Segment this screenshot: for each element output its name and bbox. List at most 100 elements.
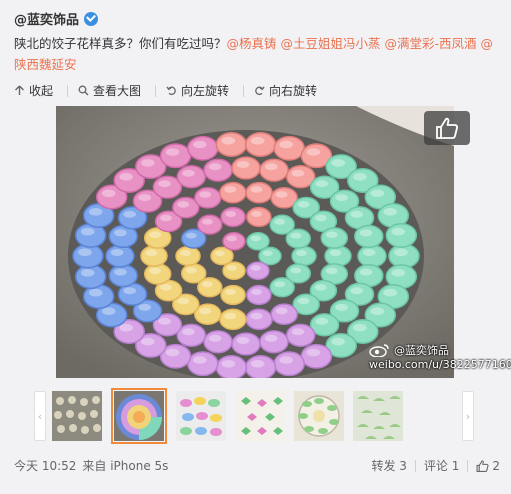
watermark-url: weibo.com/u/3822577160 bbox=[369, 358, 511, 371]
dumpling-shape bbox=[105, 244, 135, 268]
dumpling-highlight bbox=[275, 191, 288, 198]
rotate-right-button[interactable]: 向右旋转 bbox=[254, 82, 317, 99]
dumpling-shape bbox=[197, 214, 223, 235]
mention-link[interactable]: @满堂彩-西凤酒 bbox=[385, 36, 477, 51]
dumpling-shape bbox=[74, 264, 107, 290]
thumbnail-3[interactable] bbox=[176, 391, 226, 441]
dumpling-shape bbox=[108, 263, 138, 288]
dumpling-highlight bbox=[262, 250, 273, 257]
dumpling-highlight bbox=[199, 307, 212, 315]
dumpling-highlight bbox=[274, 281, 286, 288]
thumbnail-image bbox=[114, 391, 164, 441]
dumpling-highlight bbox=[350, 210, 364, 218]
dumpling-highlight bbox=[185, 267, 197, 274]
weibo-post-card: @蓝奕饰品 陕北的饺子花样真多？你们有吃过吗？@杨真铸 @土豆姐姐冯小蒸 @满堂… bbox=[0, 0, 511, 494]
toolbar-divider bbox=[155, 84, 157, 97]
thumbs-next-button[interactable]: › bbox=[462, 391, 474, 441]
dumpling-highlight bbox=[250, 186, 263, 193]
dumpling-highlight bbox=[297, 297, 310, 305]
dumpling-shape bbox=[388, 243, 420, 269]
dumpling-highlight bbox=[391, 269, 406, 277]
dumpling-highlight bbox=[291, 169, 305, 177]
watermark-brand: @蓝奕饰品 bbox=[394, 343, 449, 357]
dumpling-shape bbox=[140, 245, 168, 267]
dumpling-highlight bbox=[202, 281, 213, 288]
thumbs-prev-button[interactable]: ‹ bbox=[34, 391, 46, 441]
like-button[interactable]: 2 bbox=[468, 459, 500, 473]
dumpling-highlight bbox=[362, 249, 376, 256]
post-time[interactable]: 今天 10:52 bbox=[14, 457, 76, 474]
mention-link[interactable]: @杨真铸 bbox=[227, 36, 277, 51]
thumbnail-2-active[interactable] bbox=[111, 388, 167, 444]
thumbnail-image bbox=[294, 391, 344, 441]
chevron-right-icon: › bbox=[465, 409, 471, 423]
dumpling-highlight bbox=[391, 227, 406, 236]
dumpling-shape bbox=[291, 245, 317, 267]
comment-label: 评论 1 bbox=[423, 459, 460, 473]
dumpling-highlight bbox=[193, 140, 207, 149]
dumpling-shape bbox=[246, 206, 272, 228]
thumbnail-4[interactable] bbox=[235, 391, 285, 441]
repost-button[interactable]: 转发 3 bbox=[363, 457, 414, 474]
comment-button[interactable]: 评论 1 bbox=[416, 457, 467, 474]
dumpling-highlight bbox=[297, 201, 310, 208]
dumpling-highlight bbox=[160, 214, 172, 222]
dumpling-highlight bbox=[350, 287, 364, 295]
dumpling-shape bbox=[219, 181, 247, 204]
verified-icon bbox=[84, 11, 99, 26]
dumpling-highlight bbox=[78, 248, 92, 257]
dumpling-highlight bbox=[141, 337, 155, 346]
dumpling-shape bbox=[194, 186, 222, 209]
dumpling-highlight bbox=[329, 249, 342, 257]
dumpling-highlight bbox=[226, 265, 237, 271]
view-large-button[interactable]: 查看大图 bbox=[78, 82, 141, 99]
dumpling-highlight bbox=[180, 250, 191, 256]
dumpling-highlight bbox=[353, 323, 367, 332]
dumpling-highlight bbox=[251, 289, 262, 295]
repost-label: 转发 3 bbox=[371, 459, 407, 473]
rotate-left-icon bbox=[166, 86, 176, 96]
dumpling-highlight bbox=[202, 218, 213, 225]
dumpling-highlight bbox=[88, 208, 103, 216]
dumpling-highlight bbox=[250, 360, 265, 368]
dumpling-shape bbox=[259, 158, 289, 182]
author-name[interactable]: @蓝奕饰品 bbox=[14, 9, 79, 28]
collapse-button[interactable]: 收起 bbox=[14, 82, 53, 99]
dumpling-shape bbox=[246, 284, 272, 306]
post-text: 陕北的饺子花样真多？你们有吃过吗？@杨真铸 @土豆姐姐冯小蒸 @满堂彩-西凤酒 … bbox=[14, 33, 502, 75]
dumpling-highlight bbox=[315, 180, 329, 188]
thumbnail-image bbox=[176, 391, 226, 441]
dumpling-highlight bbox=[208, 163, 222, 171]
dumpling-shape bbox=[220, 206, 246, 228]
dumpling-highlight bbox=[193, 356, 207, 364]
dumpling-highlight bbox=[158, 180, 171, 188]
thumbnail-6[interactable] bbox=[353, 391, 403, 441]
dumpling-highlight bbox=[314, 284, 327, 291]
dumpling-highlight bbox=[221, 136, 236, 145]
dumpling-highlight bbox=[250, 312, 263, 320]
dumpling-shape bbox=[357, 244, 387, 268]
dumpling-shape bbox=[300, 343, 333, 369]
post-author: @蓝奕饰品 bbox=[14, 9, 99, 28]
post-body-text: 陕北的饺子花样真多？你们有吃过吗？ bbox=[14, 36, 227, 51]
like-overlay-button[interactable] bbox=[424, 111, 470, 145]
dumpling-shape bbox=[270, 303, 298, 326]
dumpling-highlight bbox=[182, 169, 195, 177]
dumpling-highlight bbox=[279, 356, 293, 364]
dumpling-highlight bbox=[264, 334, 278, 342]
mention-link[interactable]: @土豆姐姐冯小蒸 bbox=[281, 36, 381, 51]
dumpling-highlight bbox=[80, 227, 95, 236]
dumpling-highlight bbox=[250, 265, 261, 271]
dumpling-highlight bbox=[290, 232, 302, 239]
dumpling-shape bbox=[175, 245, 201, 267]
dumpling-highlight bbox=[119, 323, 133, 332]
thumbnail-1[interactable] bbox=[52, 391, 102, 441]
thumbnail-5[interactable] bbox=[294, 391, 344, 441]
dumpling-shape bbox=[246, 231, 270, 251]
dumpling-shape bbox=[245, 181, 273, 204]
main-image[interactable] bbox=[56, 106, 454, 378]
dumpling-highlight bbox=[250, 235, 261, 242]
rotate-right-icon bbox=[255, 86, 265, 96]
thumbnail-strip bbox=[52, 388, 403, 444]
rotate-left-button[interactable]: 向左旋转 bbox=[166, 82, 229, 99]
